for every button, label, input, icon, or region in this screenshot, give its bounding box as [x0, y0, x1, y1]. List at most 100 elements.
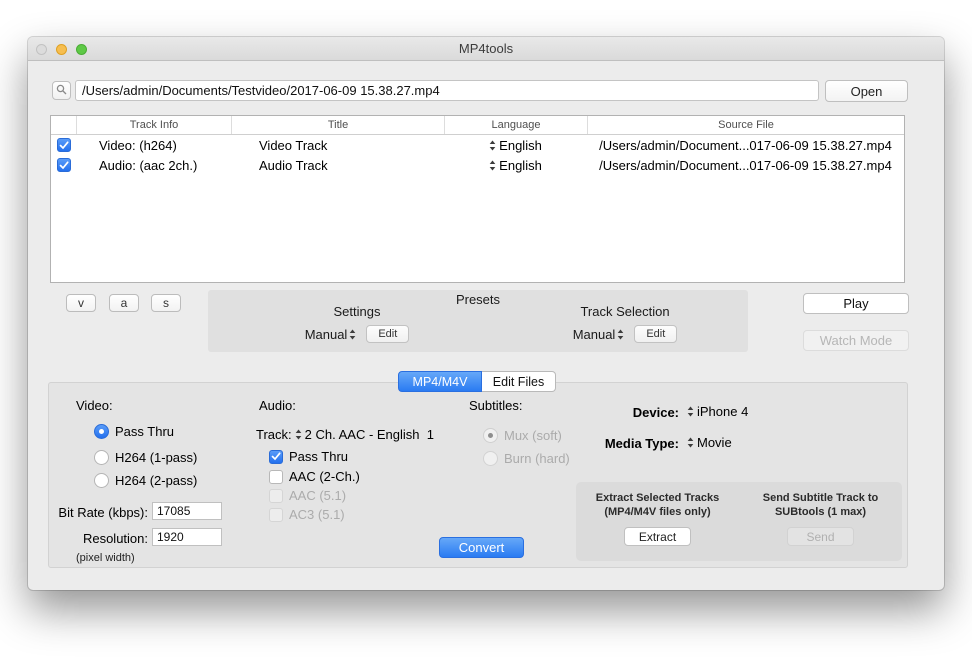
- video-pass-thru-radio[interactable]: Pass Thru: [94, 424, 174, 439]
- video-h264-2pass-label: H264 (2-pass): [115, 473, 198, 488]
- resolution-label: Resolution:: [82, 531, 148, 546]
- audio-track-label: Track:: [256, 427, 292, 442]
- checkbox-icon: [269, 469, 283, 484]
- audio-ac3-51-checkbox: AC3 (5.1): [269, 507, 345, 522]
- language-popup[interactable]: English: [444, 138, 587, 153]
- conversion-panel: Video: Pass Thru H264 (1-pass) H264 (2-p…: [48, 382, 908, 568]
- send-title-line2: SUBtools (1 max): [774, 506, 867, 518]
- device-label: Device:: [632, 405, 679, 420]
- checkbox-checked-icon: [269, 449, 283, 464]
- device-popup[interactable]: iPhone 4: [687, 404, 748, 419]
- check-icon: [59, 160, 69, 169]
- subtitles-section-heading: Subtitles:: [469, 398, 523, 413]
- mode-tabs: MP4/M4V Edit Files: [398, 371, 556, 392]
- track-selection-preset-group: Track Selection Manual Edit: [520, 304, 730, 343]
- extract-button[interactable]: Extract: [624, 527, 691, 546]
- updown-chevron-icon: [350, 329, 356, 339]
- radio-disabled-icon: [483, 451, 498, 466]
- track-selection-label: Track Selection: [580, 304, 670, 319]
- track-selection-preset-popup[interactable]: Manual: [573, 327, 625, 342]
- video-h264-1pass-label: H264 (1-pass): [115, 450, 198, 465]
- search-button[interactable]: [52, 81, 71, 100]
- updown-chevron-icon: [687, 406, 694, 417]
- settings-preset-group: Settings Manual Edit: [252, 304, 462, 343]
- radio-icon: [94, 450, 109, 465]
- check-icon: [59, 140, 69, 149]
- updown-chevron-icon: [295, 429, 301, 440]
- audio-track-value: 2 Ch. AAC - English 1: [304, 427, 434, 442]
- pixel-width-note: (pixel width): [76, 552, 135, 564]
- track-title-cell[interactable]: Audio Track: [231, 158, 444, 173]
- track-selection-preset-value: Manual: [572, 326, 616, 342]
- video-section-heading: Video:: [76, 398, 113, 413]
- settings-edit-button[interactable]: Edit: [366, 325, 410, 343]
- table-header: Track Info Title Language Source File: [51, 116, 904, 135]
- app-window: MP4tools Open Track Info Title Language …: [28, 37, 944, 590]
- subtitles-burn-label: Burn (hard): [504, 451, 570, 466]
- column-header-language[interactable]: Language: [444, 116, 587, 134]
- send-column: Send Subtitle Track to SUBtools (1 max) …: [739, 482, 902, 561]
- audio-aac-2ch-checkbox[interactable]: AAC (2-Ch.): [269, 469, 360, 484]
- track-selection-edit-button[interactable]: Edit: [634, 325, 678, 343]
- track-enabled-checkbox[interactable]: [56, 138, 71, 152]
- send-button: Send: [787, 527, 854, 546]
- tab-edit-files[interactable]: Edit Files: [482, 371, 556, 392]
- track-title-cell[interactable]: Video Track: [231, 138, 444, 153]
- track-info-cell: Video: (h264): [99, 137, 177, 153]
- checkbox-disabled-icon: [269, 488, 283, 503]
- source-file-cell: /Users/admin/Document...017-06-09 15.38.…: [599, 157, 892, 173]
- updown-chevron-icon: [618, 329, 624, 339]
- convert-button[interactable]: Convert: [439, 537, 524, 558]
- extract-title-line1: Extract Selected Tracks: [595, 492, 720, 504]
- extract-title-line2: (MP4/M4V files only): [604, 506, 711, 518]
- bit-rate-label: Bit Rate (kbps):: [58, 505, 148, 520]
- bit-rate-input[interactable]: [152, 502, 222, 520]
- settings-preset-popup[interactable]: Manual: [305, 327, 357, 342]
- audio-track-popup[interactable]: Track: 2 Ch. AAC - English 1: [256, 427, 434, 442]
- radio-disabled-selected-icon: [483, 428, 498, 443]
- settings-preset-value: Manual: [304, 326, 348, 342]
- video-pass-thru-label: Pass Thru: [115, 424, 175, 439]
- add-video-track-button[interactable]: v: [66, 294, 96, 312]
- extract-send-box: Extract Selected Tracks (MP4/M4V files o…: [576, 482, 902, 561]
- updown-chevron-icon: [687, 437, 694, 448]
- check-icon: [271, 452, 281, 461]
- checkbox-column-header[interactable]: [51, 116, 76, 134]
- watch-mode-button: Watch Mode: [803, 330, 909, 351]
- video-h264-2pass-radio[interactable]: H264 (2-pass): [94, 473, 197, 488]
- audio-ac3-51-label: AC3 (5.1): [289, 507, 345, 522]
- table-row[interactable]: Audio: (aac 2ch.) Audio Track English /U…: [51, 155, 904, 175]
- media-type-value: Movie: [697, 435, 732, 450]
- audio-pass-thru-checkbox[interactable]: Pass Thru: [269, 449, 348, 464]
- resolution-input[interactable]: [152, 528, 222, 546]
- extract-column: Extract Selected Tracks (MP4/M4V files o…: [576, 482, 739, 561]
- file-path-input[interactable]: [75, 80, 819, 101]
- open-button[interactable]: Open: [825, 80, 908, 102]
- audio-aac-51-checkbox: AAC (5.1): [269, 488, 346, 503]
- table-row[interactable]: Video: (h264) Video Track English /Users…: [51, 135, 904, 155]
- subtitles-burn-radio: Burn (hard): [483, 451, 570, 466]
- radio-selected-icon: [94, 424, 109, 439]
- track-enabled-checkbox[interactable]: [56, 158, 71, 172]
- language-value: English: [499, 157, 542, 173]
- column-header-source-file[interactable]: Source File: [587, 116, 904, 134]
- play-button[interactable]: Play: [803, 293, 909, 314]
- title-bar[interactable]: MP4tools: [28, 37, 944, 61]
- updown-chevron-icon: [489, 140, 496, 150]
- send-title-line1: Send Subtitle Track to: [762, 492, 879, 504]
- video-h264-1pass-radio[interactable]: H264 (1-pass): [94, 450, 197, 465]
- add-audio-track-button[interactable]: a: [109, 294, 139, 312]
- column-header-title[interactable]: Title: [231, 116, 444, 134]
- media-type-popup[interactable]: Movie: [687, 435, 732, 450]
- device-value: iPhone 4: [697, 404, 749, 419]
- audio-section-heading: Audio:: [259, 398, 296, 413]
- audio-aac-51-label: AAC (5.1): [289, 488, 347, 503]
- checkbox-disabled-icon: [269, 507, 283, 522]
- column-header-track-info[interactable]: Track Info: [76, 116, 231, 134]
- language-popup[interactable]: English: [444, 158, 587, 173]
- add-subtitle-track-button[interactable]: s: [151, 294, 181, 312]
- presets-box: Presets Settings Manual Edit Track Selec…: [208, 290, 748, 352]
- source-file-cell: /Users/admin/Document...017-06-09 15.38.…: [599, 137, 892, 153]
- updown-chevron-icon: [489, 160, 496, 170]
- tab-mp4-m4v[interactable]: MP4/M4V: [398, 371, 482, 392]
